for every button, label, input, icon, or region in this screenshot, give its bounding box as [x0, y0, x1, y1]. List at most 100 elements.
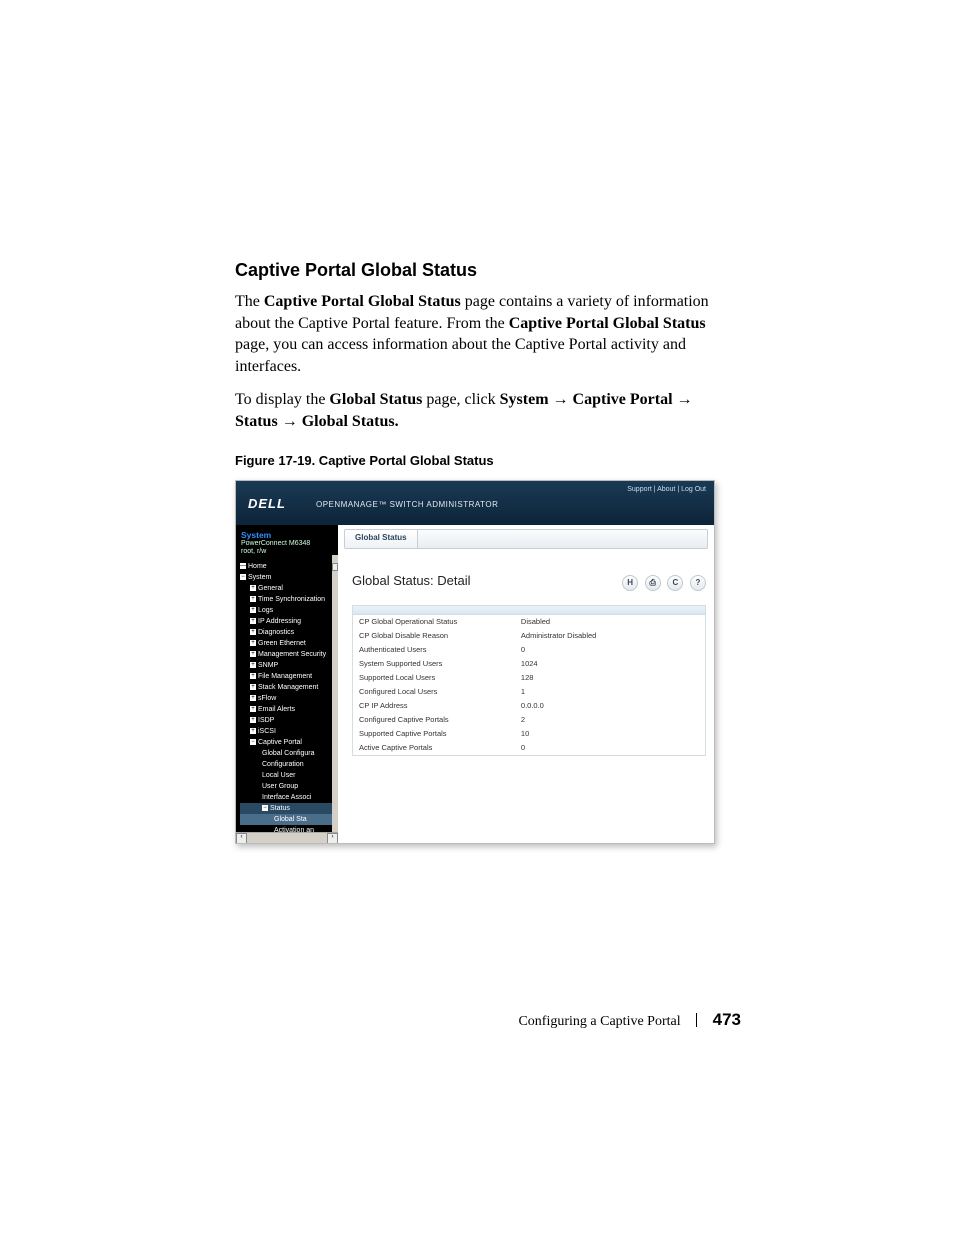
- breadcrumb-global-status: Global Status.: [302, 413, 399, 430]
- expand-icon[interactable]: −: [250, 739, 256, 745]
- nav-item[interactable]: —Home: [240, 561, 338, 572]
- expand-icon[interactable]: +: [250, 728, 256, 734]
- nav-item-label: Captive Portal: [258, 739, 302, 746]
- status-key: CP Global Operational Status: [353, 615, 515, 629]
- tab-global-status[interactable]: Global Status: [345, 530, 418, 548]
- nav-item[interactable]: User Group: [240, 781, 338, 792]
- document-page: Captive Portal Global Status The Captive…: [0, 0, 954, 1235]
- nav-user: root, r/w: [241, 548, 333, 556]
- expand-icon[interactable]: —: [240, 563, 246, 569]
- expand-icon[interactable]: −: [262, 805, 268, 811]
- table-row: CP Global Operational StatusDisabled: [353, 615, 705, 629]
- status-key: CP Global Disable Reason: [353, 629, 515, 643]
- expand-icon[interactable]: +: [250, 618, 256, 624]
- screenshot: Support | About | Log Out DELL OPENMANAG…: [235, 480, 715, 844]
- nav-item[interactable]: Global Configura: [240, 748, 338, 759]
- status-value: 0: [515, 741, 705, 755]
- expand-icon[interactable]: +: [250, 717, 256, 723]
- nav-item[interactable]: +General: [240, 583, 338, 594]
- header-links[interactable]: Support | About | Log Out: [627, 486, 706, 493]
- expand-icon[interactable]: +: [250, 651, 256, 657]
- status-value: 1024: [515, 657, 705, 671]
- horizontal-scrollbar[interactable]: ‹ ›: [236, 832, 338, 843]
- expand-icon[interactable]: +: [250, 706, 256, 712]
- expand-icon[interactable]: +: [250, 673, 256, 679]
- arrow-icon: →: [282, 413, 298, 430]
- nav-item[interactable]: −Status: [240, 803, 338, 814]
- expand-icon[interactable]: +: [250, 629, 256, 635]
- product-name: OPENMANAGE™ SWITCH ADMINISTRATOR: [316, 500, 498, 509]
- nav-item-label: User Group: [262, 783, 298, 790]
- nav-item[interactable]: +Time Synchronization: [240, 594, 338, 605]
- expand-icon[interactable]: +: [250, 662, 256, 668]
- status-key: Configured Local Users: [353, 685, 515, 699]
- bold-term: Captive Portal Global Status: [264, 293, 461, 310]
- breadcrumb-captive-portal: Captive Portal: [573, 391, 673, 408]
- expand-icon[interactable]: +: [250, 607, 256, 613]
- arrow-icon: →: [677, 391, 693, 408]
- save-icon[interactable]: H: [622, 575, 638, 591]
- nav-model: PowerConnect M6348: [241, 540, 333, 548]
- scroll-left-icon[interactable]: ‹: [236, 833, 247, 844]
- help-icon[interactable]: ?: [690, 575, 706, 591]
- nav-tree: —Home−System+General+Time Synchronizatio…: [236, 561, 338, 832]
- nav-item-label: Diagnostics: [258, 629, 294, 636]
- refresh-icon[interactable]: C: [667, 575, 683, 591]
- main-panel: Global Status Global Status: Detail H ⎙ …: [338, 525, 714, 843]
- detail-title: Global Status: Detail: [352, 573, 471, 588]
- nav-item[interactable]: −System: [240, 572, 338, 583]
- table-row: Authenticated Users0: [353, 643, 705, 657]
- nav-item[interactable]: +iSCSI: [240, 726, 338, 737]
- nav-item[interactable]: +Logs: [240, 605, 338, 616]
- status-table: CP Global Operational StatusDisabledCP G…: [353, 615, 705, 755]
- panel-top-bar: [353, 606, 705, 615]
- nav-item[interactable]: +SNMP: [240, 660, 338, 671]
- status-key: Configured Captive Portals: [353, 713, 515, 727]
- nav-item[interactable]: +ISDP: [240, 715, 338, 726]
- nav-item-label: General: [258, 585, 283, 592]
- expand-icon[interactable]: +: [250, 640, 256, 646]
- nav-item[interactable]: +Diagnostics: [240, 627, 338, 638]
- nav-system-label: System: [241, 531, 333, 540]
- table-row: Supported Local Users128: [353, 671, 705, 685]
- nav-item[interactable]: Global Sta: [240, 814, 338, 825]
- nav-item-label: Logs: [258, 607, 273, 614]
- status-value: Administrator Disabled: [515, 629, 705, 643]
- expand-icon[interactable]: +: [250, 596, 256, 602]
- nav-item[interactable]: +Stack Management: [240, 682, 338, 693]
- nav-item[interactable]: +Email Alerts: [240, 704, 338, 715]
- nav-item[interactable]: +IP Addressing: [240, 616, 338, 627]
- expand-icon[interactable]: +: [250, 695, 256, 701]
- expand-icon[interactable]: +: [250, 684, 256, 690]
- nav-item-label: Green Ethernet: [258, 640, 306, 647]
- page-footer: Configuring a Captive Portal 473: [518, 1010, 741, 1030]
- nav-item[interactable]: Interface Associ: [240, 792, 338, 803]
- nav-item[interactable]: +Green Ethernet: [240, 638, 338, 649]
- nav-item[interactable]: +sFlow: [240, 693, 338, 704]
- text: The: [235, 293, 264, 310]
- arrow-icon: →: [553, 391, 569, 408]
- bold-term: Captive Portal Global Status: [509, 315, 706, 332]
- text: page, click: [422, 391, 499, 408]
- nav-item-label: Status: [270, 805, 290, 812]
- nav-item[interactable]: +File Management: [240, 671, 338, 682]
- app-body: System PowerConnect M6348 root, r/w —Hom…: [236, 525, 714, 843]
- scroll-right-icon[interactable]: ›: [327, 833, 338, 844]
- nav-item[interactable]: Local User: [240, 770, 338, 781]
- nav-item-label: File Management: [258, 673, 312, 680]
- nav-item-label: IP Addressing: [258, 618, 301, 625]
- print-icon[interactable]: ⎙: [645, 575, 661, 591]
- app-header: Support | About | Log Out DELL OPENMANAG…: [236, 481, 714, 525]
- nav-item[interactable]: Configuration: [240, 759, 338, 770]
- nav-item[interactable]: −Captive Portal: [240, 737, 338, 748]
- status-value: 0.0.0.0: [515, 699, 705, 713]
- expand-icon[interactable]: +: [250, 585, 256, 591]
- nav-item-label: Management Security: [258, 651, 326, 658]
- expand-icon[interactable]: −: [240, 574, 246, 580]
- status-value: 128: [515, 671, 705, 685]
- nav-item-label: Global Configura: [262, 750, 315, 757]
- nav-item-label: Time Synchronization: [258, 596, 325, 603]
- nav-item-label: System: [248, 574, 271, 581]
- nav-item[interactable]: +Management Security: [240, 649, 338, 660]
- status-value: 2: [515, 713, 705, 727]
